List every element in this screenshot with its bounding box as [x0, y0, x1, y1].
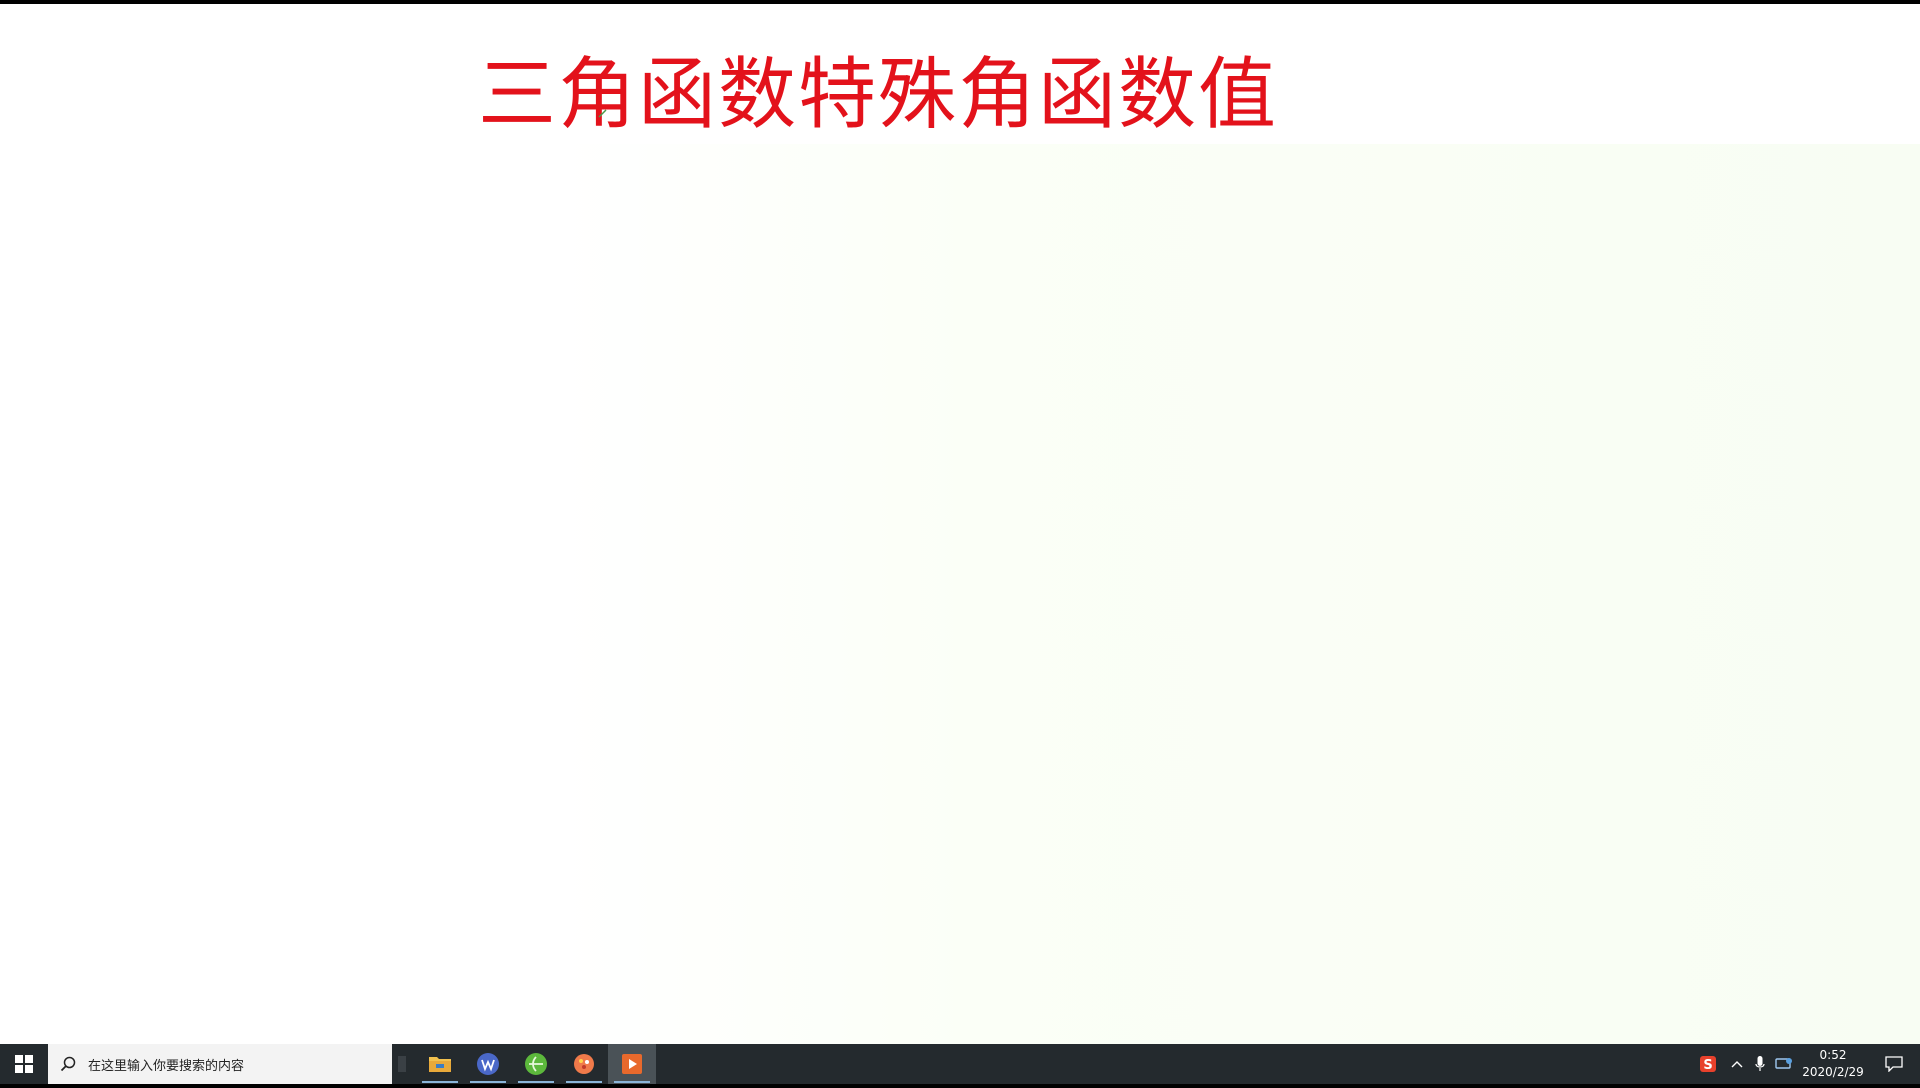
sogou-ime-icon: S: [1700, 1056, 1716, 1073]
windows-logo-icon: [15, 1055, 33, 1073]
folder-icon: [429, 1057, 451, 1072]
action-center-button[interactable]: [1876, 1044, 1912, 1084]
browser-icon: [525, 1053, 547, 1075]
search-placeholder: 在这里输入你要搜索的内容: [88, 1058, 245, 1074]
microphone-icon: [1755, 1056, 1765, 1071]
start-button[interactable]: [0, 1044, 48, 1084]
clock-date: 2020/2/29: [1802, 1065, 1864, 1079]
system-clock[interactable]: 0:52 2020/2/29: [1796, 1046, 1870, 1082]
taskbar-app-presentation[interactable]: [608, 1044, 656, 1084]
task-view-button[interactable]: [398, 1056, 406, 1072]
running-indicator: [614, 1081, 650, 1083]
screen-border-bottom: [0, 1084, 1920, 1088]
ime-label: S: [1703, 1058, 1712, 1073]
taskbar: 在这里输入你要搜索的内容 S 0:52 2020/2/29: [0, 1044, 1920, 1084]
running-indicator: [518, 1081, 554, 1083]
taskbar-app-file-explorer[interactable]: [416, 1044, 464, 1084]
desktop-screen: 三角函数特殊角函数值 在这里输入你要搜索的内容 S 0:52 2020/2/29: [0, 0, 1920, 1088]
slide-title: 三角函数特殊角函数值: [478, 50, 1279, 140]
chevron-up-icon: [1731, 1061, 1743, 1068]
ime-sogou-button[interactable]: S: [1696, 1044, 1720, 1084]
network-button[interactable]: [1772, 1044, 1796, 1084]
show-hidden-icons-button[interactable]: [1726, 1044, 1748, 1084]
taskbar-app-paint[interactable]: [560, 1044, 608, 1084]
paint-icon: [574, 1054, 594, 1074]
taskbar-search-input[interactable]: 在这里输入你要搜索的内容: [48, 1044, 392, 1084]
clock-time: 0:52: [1819, 1048, 1847, 1062]
running-indicator: [470, 1081, 506, 1083]
slide-background-tint: [560, 144, 1920, 1044]
pen-cursor-icon: [598, 109, 607, 118]
search-icon: [48, 1044, 88, 1084]
microphone-button[interactable]: [1750, 1044, 1770, 1084]
taskbar-app-wps-writer[interactable]: [464, 1044, 512, 1084]
network-icon: [1775, 1058, 1792, 1069]
presentation-slide[interactable]: 三角函数特殊角函数值: [0, 4, 1920, 1044]
running-indicator: [566, 1081, 602, 1083]
wps-icon: [477, 1053, 499, 1075]
notification-icon: [1885, 1056, 1903, 1072]
slideshow-icon: [622, 1054, 642, 1074]
running-indicator: [422, 1081, 458, 1083]
taskbar-app-browser[interactable]: [512, 1044, 560, 1084]
